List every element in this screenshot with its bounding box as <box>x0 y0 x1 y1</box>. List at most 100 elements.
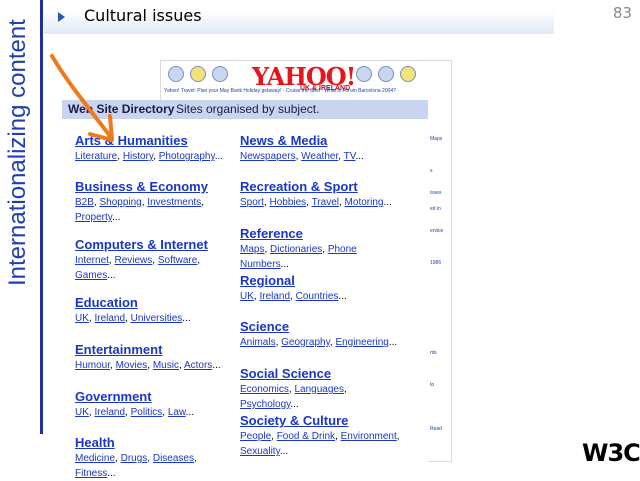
subcategory-link[interactable]: B2B <box>75 197 94 208</box>
subcategory-link[interactable]: Ireland <box>94 407 125 418</box>
category-link[interactable]: Science <box>240 319 400 334</box>
subcategory-links: Economics, Languages, Psychology... <box>240 384 347 410</box>
subcategory-link[interactable]: Movies <box>116 360 148 371</box>
category-link[interactable]: Computers & Internet <box>75 237 237 252</box>
subcategory-links: Maps, Dictionaries, Phone Numbers... <box>240 244 357 270</box>
subcategory-link[interactable]: Diseases <box>153 453 194 464</box>
subcategory-links: Medicine, Drugs, Diseases, Fitness... <box>75 453 197 479</box>
subcategory-link[interactable]: Games <box>75 270 107 281</box>
subcategory-link[interactable]: UK <box>75 313 89 324</box>
category-link[interactable]: Reference <box>240 226 400 241</box>
subcategory-link[interactable]: Shopping <box>99 197 141 208</box>
subcategory-link[interactable]: Dictionaries <box>270 244 322 255</box>
subcategory-link[interactable]: Food & Drink <box>277 431 335 442</box>
subcategory-link[interactable]: TV <box>344 151 356 162</box>
subcategory-links: UK, Ireland, Politics, Law... <box>75 407 194 418</box>
directory-category: Computers & Internet Internet, Reviews, S… <box>75 237 237 283</box>
directory-category: Regional UK, Ireland, Countries... <box>240 273 400 304</box>
directory-category: Reference Maps, Dictionaries, Phone Numbe… <box>240 226 400 272</box>
subcategory-link[interactable]: Economics <box>240 384 289 395</box>
subcategory-link[interactable]: Geography <box>281 337 330 348</box>
category-link[interactable]: Society & Culture <box>240 413 400 428</box>
subcategory-link[interactable]: Engineering <box>335 337 388 348</box>
subcategory-link[interactable]: Music <box>153 360 179 371</box>
subcategory-link[interactable]: Ireland <box>259 291 290 302</box>
mail-icon[interactable] <box>378 66 394 82</box>
subcategory-links: Animals, Geography, Engineering... <box>240 337 398 348</box>
subcategory-links: UK, Ireland, Countries... <box>240 291 347 302</box>
subcategory-link[interactable]: Software <box>158 255 197 266</box>
category-link[interactable]: News & Media <box>240 133 400 148</box>
category-link[interactable]: Business & Economy <box>75 179 237 194</box>
subcategory-link[interactable]: Medicine <box>75 453 115 464</box>
directory-category: Government UK, Ireland, Politics, Law... <box>75 389 237 420</box>
directory-category: Science Animals, Geography, Engineering..… <box>240 319 400 350</box>
subcategory-link[interactable]: History <box>123 151 153 162</box>
directory-category: Society & Culture People, Food & Drink, E… <box>240 413 400 459</box>
yahoo-icons-left <box>168 66 228 82</box>
subcategory-link[interactable]: Humour <box>75 360 110 371</box>
subcategory-link[interactable]: Languages <box>294 384 344 395</box>
subcategory-link[interactable]: Ireland <box>94 313 125 324</box>
highlight-arrow-icon <box>50 54 114 142</box>
bullet-arrow-icon <box>58 12 65 22</box>
subcategory-link[interactable]: Internet <box>75 255 109 266</box>
weather-icon[interactable] <box>356 66 372 82</box>
subcategory-link[interactable]: Newspapers <box>240 151 296 162</box>
directory-category: Social Science Economics, Languages, Psyc… <box>240 366 400 412</box>
subcategory-links: People, Food & Drink, Environment, Sexua… <box>240 431 400 457</box>
subcategory-link[interactable]: Investments <box>147 197 201 208</box>
subcategory-link[interactable]: Hobbies <box>269 197 306 208</box>
web-site-directory: Web Site Directory Sites organised by su… <box>62 100 428 479</box>
subcategory-links: Humour, Movies, Music, Actors... <box>75 360 221 371</box>
subcategory-link[interactable]: Fitness <box>75 468 107 479</box>
slide-number: 83 <box>612 4 632 22</box>
subcategory-link[interactable]: Maps <box>240 244 264 255</box>
subcategory-link[interactable]: Reviews <box>114 255 152 266</box>
yahoo-right-column: Maps s isses ed in ervice 1986 nts to Read <box>430 136 444 432</box>
messenger-icon[interactable] <box>212 66 228 82</box>
subcategory-link[interactable]: Sport <box>240 197 264 208</box>
subcategory-links: Sport, Hobbies, Travel, Motoring... <box>240 197 392 208</box>
help-icon[interactable] <box>400 66 416 82</box>
category-link[interactable]: Recreation & Sport <box>240 179 400 194</box>
subcategory-link[interactable]: Drugs <box>121 453 148 464</box>
shopping-icon[interactable] <box>168 66 184 82</box>
category-link[interactable]: Social Science <box>240 366 400 381</box>
directory-category: Recreation & Sport Sport, Hobbies, Travel… <box>240 179 400 210</box>
subcategory-link[interactable]: People <box>240 431 271 442</box>
subcategory-link[interactable]: Actors <box>184 360 212 371</box>
subcategory-links: Literature, History, Photography... <box>75 151 224 162</box>
yahoo-icons-right <box>356 66 416 82</box>
category-link[interactable]: Regional <box>240 273 400 288</box>
subcategory-link[interactable]: Psychology <box>240 399 290 410</box>
finance-icon[interactable] <box>190 66 206 82</box>
subcategory-link[interactable]: UK <box>240 291 254 302</box>
subcategory-link[interactable]: Environment <box>341 431 397 442</box>
subcategory-link[interactable]: Travel <box>312 197 339 208</box>
category-link[interactable]: Entertainment <box>75 342 237 357</box>
subcategory-link[interactable]: Animals <box>240 337 276 348</box>
directory-subtitle: Sites organised by subject. <box>176 102 320 116</box>
subcategory-link[interactable]: UK <box>75 407 89 418</box>
directory-category: Entertainment Humour, Movies, Music, Acto… <box>75 342 237 373</box>
side-title: Internationalizing content <box>4 19 31 286</box>
subcategory-link[interactable]: Property <box>75 212 112 223</box>
subcategory-links: UK, Ireland, Universities... <box>75 313 191 324</box>
subcategory-link[interactable]: Photography <box>159 151 215 162</box>
subcategory-link[interactable]: Sexuality <box>240 446 280 457</box>
category-link[interactable]: Health <box>75 435 237 450</box>
w3c-logo: W3C® <box>582 439 640 467</box>
subcategory-link[interactable]: Weather <box>301 151 338 162</box>
subcategory-link[interactable]: Universities <box>131 313 183 324</box>
category-link[interactable]: Government <box>75 389 237 404</box>
yahoo-promo-links[interactable]: Yahoo! Travel: Plan your May Bank Holida… <box>164 88 450 94</box>
subcategory-link[interactable]: Law <box>168 407 186 418</box>
directory-category: Health Medicine, Drugs, Diseases, Fitness… <box>75 435 237 481</box>
subcategory-links: Newspapers, Weather, TV... <box>240 151 364 162</box>
subcategory-link[interactable]: Motoring <box>345 197 384 208</box>
subcategory-link[interactable]: Politics <box>131 407 163 418</box>
subcategory-link[interactable]: Countries <box>296 291 339 302</box>
subcategory-link[interactable]: Literature <box>75 151 117 162</box>
category-link[interactable]: Education <box>75 295 237 310</box>
